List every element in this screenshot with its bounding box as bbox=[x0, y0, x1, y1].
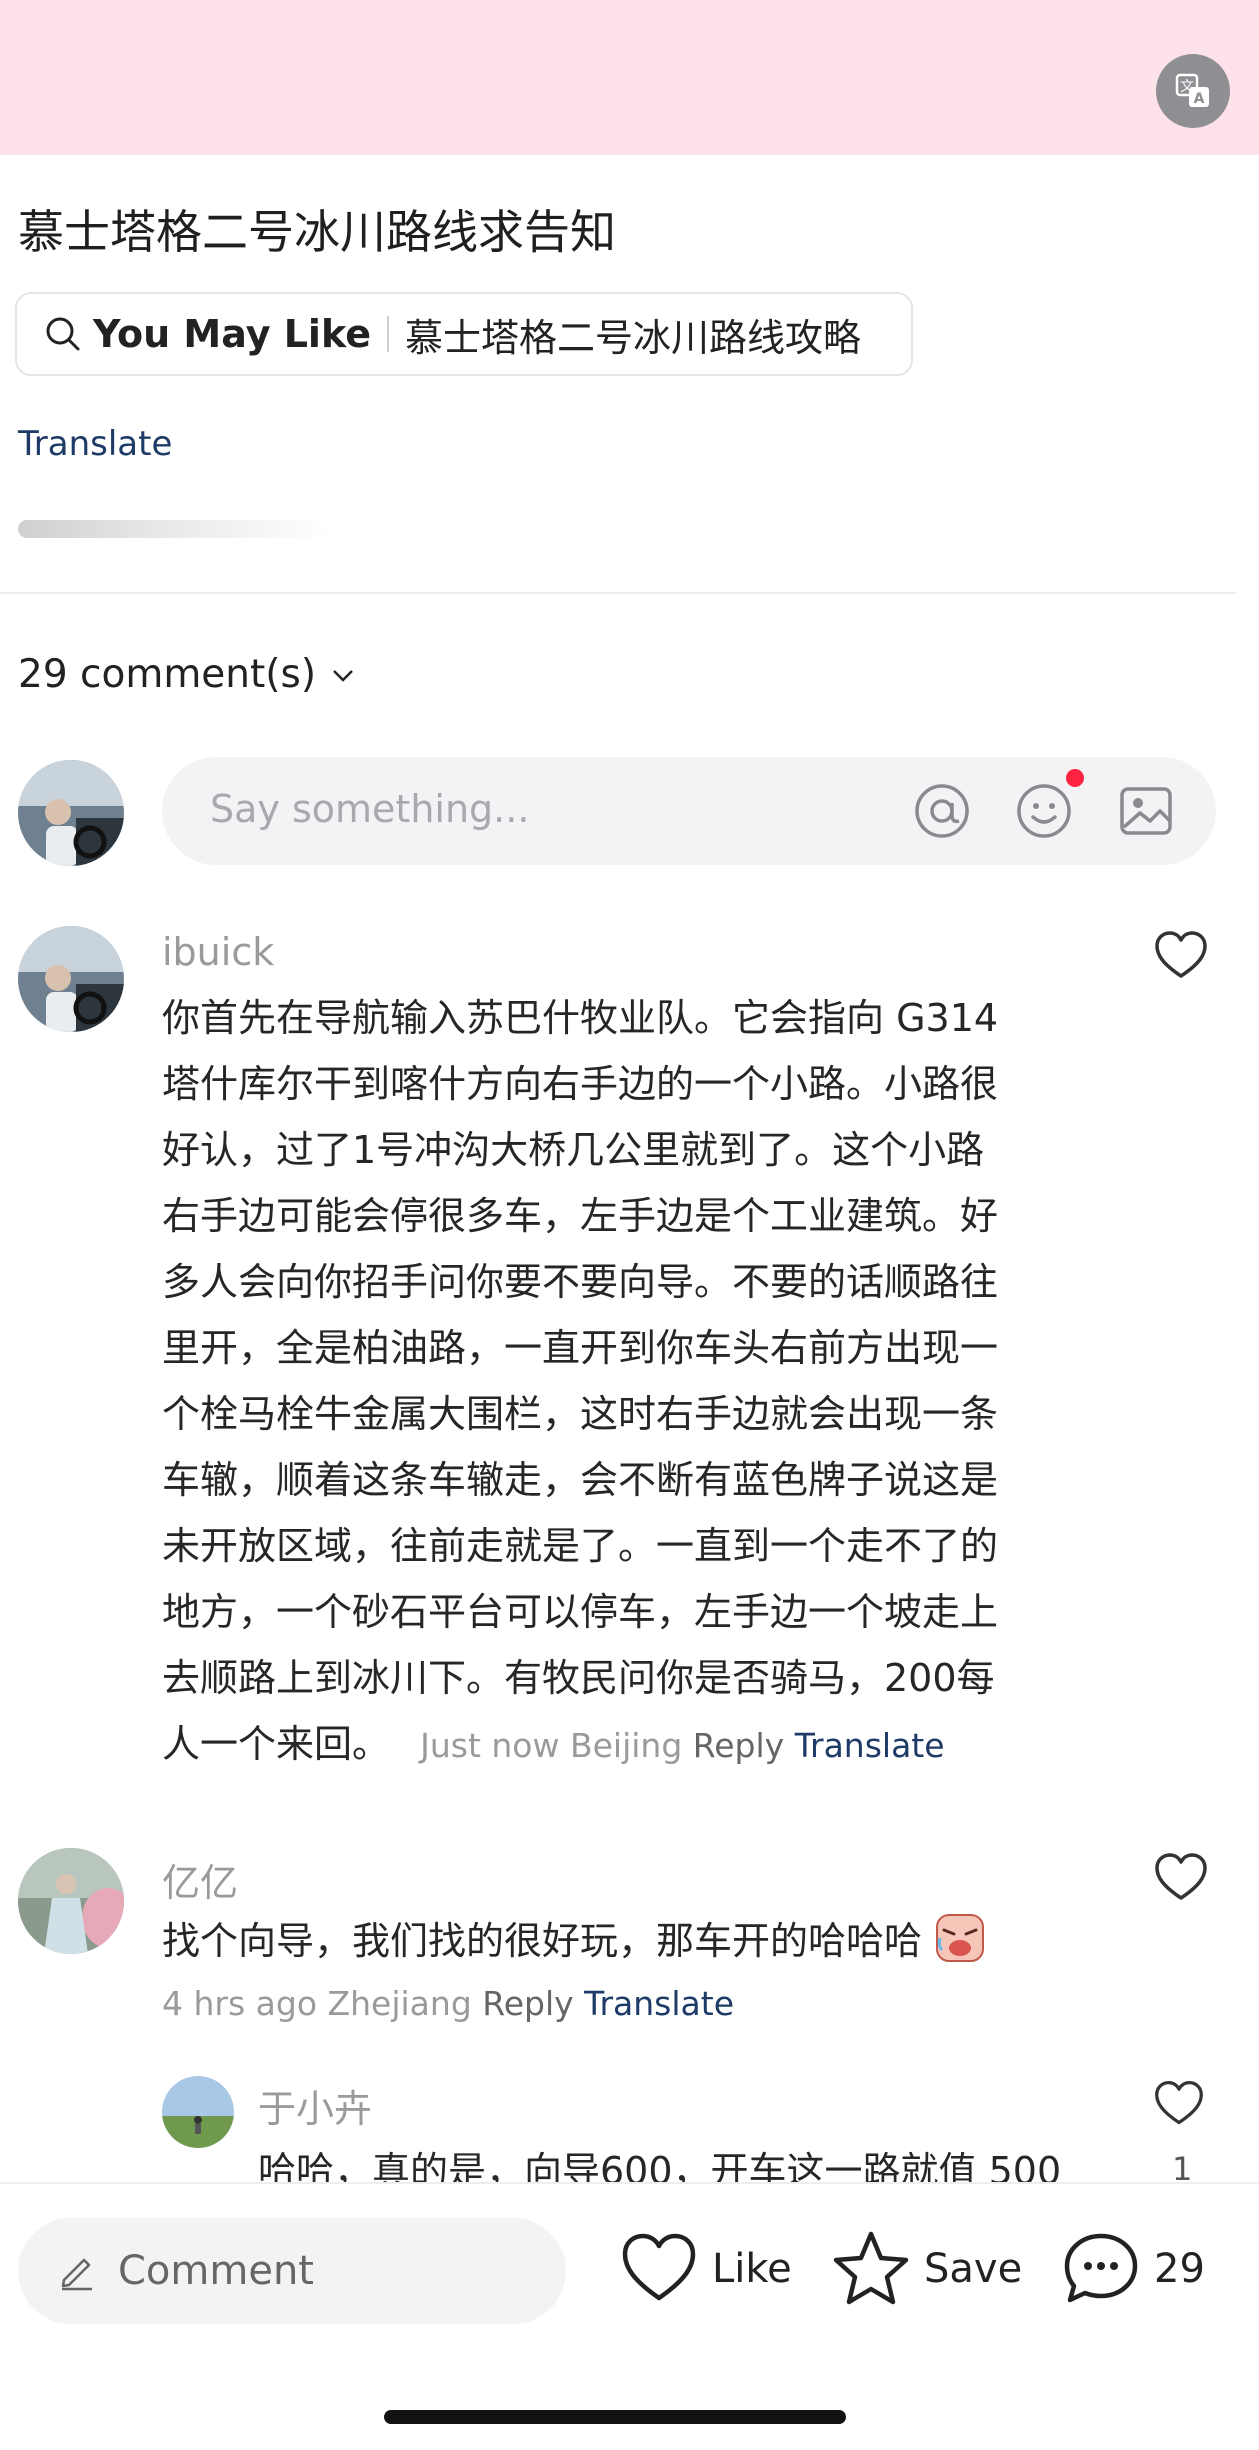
comment-line: 好认，过了1号冲沟大桥几公里就到了。这个小路 bbox=[162, 1128, 985, 1172]
comment-input-button[interactable]: Comment bbox=[18, 2218, 566, 2324]
top-banner: 文 A bbox=[0, 0, 1259, 155]
comment-input-label: Comment bbox=[118, 2248, 314, 2294]
search-icon bbox=[46, 317, 80, 351]
comment-text: 找个向导，我们找的很好玩，那车开的哈哈哈 bbox=[162, 1908, 1142, 1974]
like-button[interactable]: Like bbox=[618, 2224, 792, 2314]
comment-line: 里开，全是柏油路，一直开到你车头右前方出现一 bbox=[162, 1326, 999, 1370]
comment-username[interactable]: ibuick bbox=[162, 930, 274, 974]
reply-username[interactable]: 于小卉 bbox=[258, 2078, 372, 2133]
pencil-icon bbox=[61, 2258, 92, 2291]
chat-bubble-icon bbox=[1064, 2233, 1138, 2303]
comment-count-sort[interactable]: 29 comment(s) bbox=[18, 652, 358, 697]
comment-text: 你首先在导航输入苏巴什牧业队。它会指向 G314 塔什库尔干到喀什方向右手边的一… bbox=[162, 985, 1122, 1779]
bottom-action-bar: Comment Like Save 29 bbox=[0, 2182, 1259, 2450]
translate-post-link[interactable]: Translate bbox=[18, 424, 172, 464]
comment-line: 塔什库尔干到喀什方向右手边的一个小路。小路很 bbox=[162, 1062, 999, 1106]
avatar[interactable] bbox=[18, 760, 124, 866]
save-button[interactable]: Save bbox=[830, 2224, 1022, 2314]
you-may-like-label: You May Like bbox=[93, 312, 371, 356]
you-may-like-search[interactable]: You May Like 慕士塔格二号冰川路线攻略 bbox=[15, 292, 913, 376]
save-label: Save bbox=[924, 2246, 1023, 2292]
comment-location: Beijing bbox=[569, 1726, 683, 1765]
comment-line: 地方，一个砂石平台可以停车，左手边一个坡走上 bbox=[162, 1590, 999, 1634]
post-title: 慕士塔格二号冰川路线求告知 bbox=[18, 205, 616, 259]
comment-time: 4 hrs ago bbox=[162, 1984, 318, 2023]
laughing-crying-face-icon bbox=[936, 1914, 985, 1962]
chevron-down-icon bbox=[333, 669, 353, 682]
translate-comment-link[interactable]: Translate bbox=[795, 1726, 945, 1765]
heart-icon[interactable] bbox=[1153, 1850, 1209, 1906]
comments-button[interactable]: 29 bbox=[1060, 2224, 1205, 2314]
heart-icon[interactable] bbox=[1153, 2078, 1205, 2130]
suggested-query: 慕士塔格二号冰川路线攻略 bbox=[404, 315, 861, 360]
comment-line-last: 人一个来回。 Just now Beijing Reply Translate bbox=[162, 1711, 1122, 1779]
comment-line: 你首先在导航输入苏巴什牧业队。它会指向 G314 bbox=[162, 996, 999, 1040]
comment-count-label: 29 comment(s) bbox=[18, 652, 317, 697]
heart-icon[interactable] bbox=[1153, 928, 1209, 984]
star-icon bbox=[833, 2231, 909, 2305]
translate-comment-link[interactable]: Translate bbox=[584, 1984, 734, 2023]
reply-button[interactable]: Reply bbox=[482, 1984, 573, 2023]
comment-line: 找个向导，我们找的很好玩，那车开的哈哈哈 bbox=[162, 1919, 923, 1963]
svg-text:A: A bbox=[1194, 91, 1205, 107]
comment-line: 去顺路上到冰川下。有牧民问你是否骑马，200每 bbox=[162, 1656, 995, 1700]
section-divider bbox=[0, 592, 1236, 594]
emoji-icon[interactable] bbox=[1014, 781, 1074, 841]
comment-line: 右手边可能会停很多车，左手边是个工业建筑。好 bbox=[162, 1194, 999, 1238]
comment-meta: 4 hrs ago Zhejiang Reply Translate bbox=[162, 1984, 734, 2023]
composer-placeholder: Say something... bbox=[210, 787, 530, 831]
home-indicator[interactable] bbox=[384, 2410, 846, 2424]
comment-line: 多人会向你招手问你要不要向导。不要的话顺路往 bbox=[162, 1260, 999, 1304]
commenter-avatar[interactable] bbox=[162, 2076, 234, 2148]
comment-username[interactable]: 亿亿 bbox=[162, 1852, 238, 1907]
notification-dot bbox=[1066, 769, 1084, 787]
comment-line: 未开放区域，往前走就是了。一直到一个走不了的 bbox=[162, 1524, 999, 1568]
comment-line: 个栓马栓牛金属大围栏，这时右手边就会出现一条 bbox=[162, 1392, 999, 1436]
comment-count: 29 bbox=[1154, 2246, 1205, 2292]
comment-time: Just now bbox=[420, 1726, 560, 1765]
commenter-avatar[interactable] bbox=[18, 926, 124, 1032]
comment-line: 车辙，顺着这条车辙走，会不断有蓝色牌子说这是 bbox=[162, 1458, 999, 1502]
like-label: Like bbox=[712, 2246, 792, 2292]
heart-icon bbox=[622, 2233, 696, 2301]
loading-placeholder bbox=[18, 520, 328, 538]
translate-icon[interactable]: 文 A bbox=[1156, 54, 1230, 128]
comment-composer[interactable]: Say something... bbox=[162, 757, 1216, 865]
divider bbox=[386, 316, 389, 352]
at-icon[interactable] bbox=[912, 781, 972, 841]
commenter-avatar[interactable] bbox=[18, 1848, 124, 1954]
reply-button[interactable]: Reply bbox=[693, 1726, 784, 1765]
image-icon[interactable] bbox=[1116, 781, 1176, 841]
comment-line: 人一个来回。 bbox=[162, 1722, 391, 1766]
comment-meta: Just now Beijing Reply Translate bbox=[420, 1726, 944, 1765]
comment-location: Zhejiang bbox=[327, 1984, 472, 2023]
